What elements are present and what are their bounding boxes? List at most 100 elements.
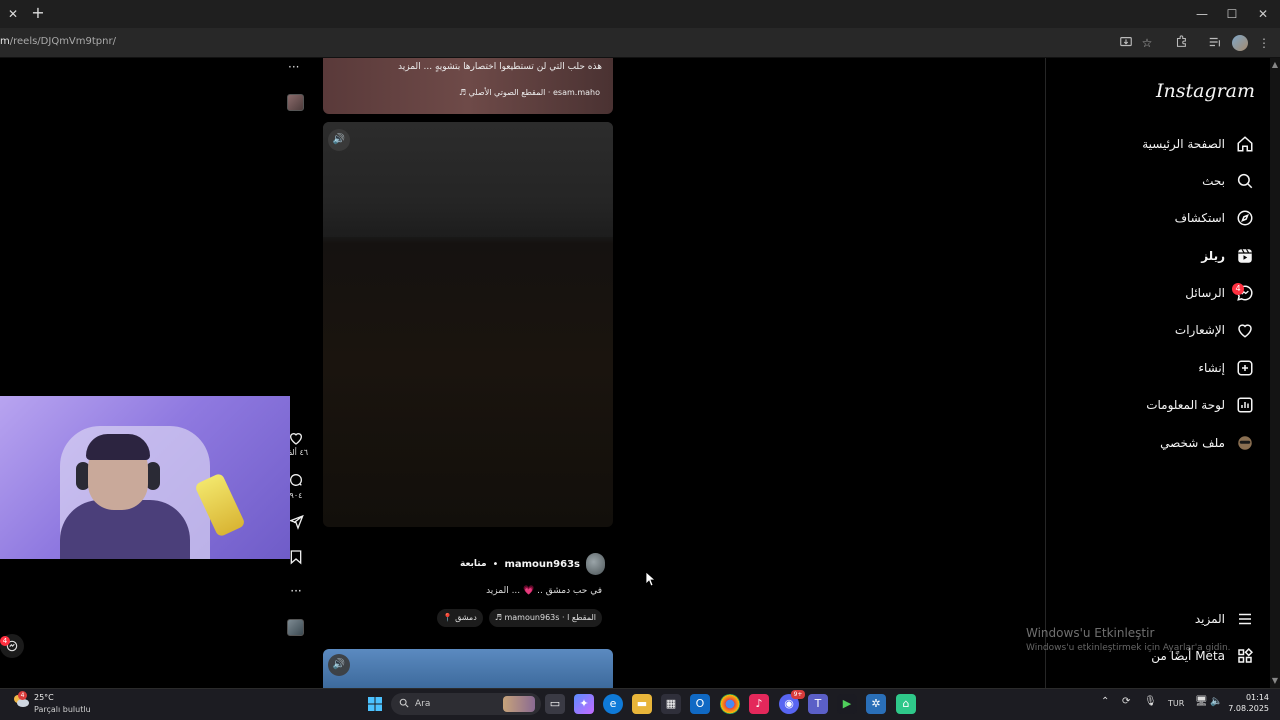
edge-icon[interactable]: e: [603, 694, 623, 714]
outlook-icon[interactable]: O: [690, 694, 710, 714]
previous-reel-audio[interactable]: ♬ المقطع الصوتي الأصلي · esam.maho: [380, 88, 600, 97]
task-view-icon[interactable]: ▭: [545, 694, 565, 714]
weather-temperature[interactable]: 25°C: [34, 693, 54, 702]
close-tab-icon[interactable]: ✕: [4, 6, 22, 22]
reel-audio-thumbnail[interactable]: [287, 619, 304, 636]
scroll-up-icon[interactable]: ▲: [1270, 60, 1280, 70]
mouse-cursor-icon: [645, 571, 657, 587]
reels-icon: [1235, 246, 1255, 266]
messages-float-badge: 4: [0, 636, 10, 646]
new-tab-button[interactable]: +: [30, 4, 46, 22]
copilot-icon[interactable]: ✦: [574, 694, 594, 714]
search-icon: [1235, 171, 1255, 191]
sidebar-item-label: المزيد: [1194, 612, 1225, 626]
reel-author-avatar[interactable]: [585, 553, 605, 575]
microphone-icon[interactable]: 🎙: [1144, 696, 1157, 707]
microsoft-store-icon[interactable]: ▦: [661, 694, 681, 714]
reel-more-icon[interactable]: ···: [286, 584, 306, 598]
windows-activation-subtitle: Windows'u etkinleştirmek için Ayarlar'a …: [1026, 643, 1231, 653]
extensions-icon[interactable]: [1173, 35, 1189, 51]
sidebar-item-label: الرسائل: [1185, 286, 1225, 300]
weather-description[interactable]: Parçalı bulutlu: [34, 705, 91, 714]
sidebar-item-label: الصفحة الرئيسية: [1142, 137, 1225, 151]
search-highlight-image: [503, 696, 535, 712]
location-chip[interactable]: 📍 دمشق: [436, 609, 483, 627]
address-bar[interactable]: [0, 28, 1280, 58]
reel-author-row: متابعة • mamoun963s: [460, 553, 605, 575]
sidebar-item-notifications[interactable]: الإشعارات: [1060, 316, 1255, 344]
sidebar-item-messages[interactable]: الرسائل: [1060, 279, 1255, 307]
caption-more-link[interactable]: ... المزيد: [486, 586, 520, 596]
clock-date[interactable]: 7.08.2025: [1219, 704, 1269, 713]
sidebar-item-profile[interactable]: ملف شخصي: [1060, 429, 1255, 457]
menu-icon: [1235, 609, 1255, 629]
next-reel-video[interactable]: [323, 649, 613, 688]
sidebar-item-label: ملف شخصي: [1160, 436, 1225, 450]
reel-chips: 📍 دمشق ♬ mamoun963s · المقطع ا: [436, 609, 602, 627]
sidebar-item-label: ريلز: [1201, 249, 1225, 263]
apps-grid-icon: [1235, 646, 1255, 666]
weather-badge: 4: [18, 691, 27, 700]
sidebar-item-label: الإشعارات: [1174, 323, 1225, 337]
browser-tab-strip: [0, 0, 1280, 28]
caption-heart-emoji: 💗: [523, 586, 535, 596]
scroll-down-icon[interactable]: ▼: [1270, 676, 1280, 686]
webcam-person-hair: [86, 434, 150, 460]
browser-menu-icon[interactable]: ⋮: [1256, 35, 1272, 51]
minimize-icon[interactable]: —: [1188, 4, 1216, 24]
instagram-logo[interactable]: Instagram: [1150, 80, 1255, 102]
profile-avatar-icon: [1235, 433, 1255, 453]
previous-reel-caption: هذه حلب التي لن تستطيعوا اختصارها بتشويه…: [398, 62, 602, 72]
window-close-icon[interactable]: ✕: [1249, 4, 1277, 24]
heart-icon: [1235, 320, 1255, 340]
page-scrollbar[interactable]: [1270, 58, 1280, 688]
webcam-headset-right: [146, 462, 160, 490]
tray-sync-icon[interactable]: ⟳: [1122, 696, 1130, 707]
sidebar-item-search[interactable]: بحث: [1060, 167, 1255, 195]
reel-username[interactable]: mamoun963s: [504, 559, 580, 570]
sidebar-item-label: بحث: [1202, 174, 1225, 188]
sidebar-item-label: استكشاف: [1174, 211, 1225, 225]
clock-time[interactable]: 01:14: [1219, 693, 1269, 702]
reel-caption: في حب دمشق .. 💗 ... المزيد: [420, 586, 602, 596]
more-options-icon[interactable]: ···: [288, 60, 299, 74]
mute-toggle-icon[interactable]: 🔊: [328, 129, 350, 151]
sidebar-item-explore[interactable]: استكشاف: [1060, 204, 1255, 232]
install-app-icon[interactable]: [1118, 35, 1134, 51]
reel-video-blur-top: [323, 122, 613, 237]
chrome-icon[interactable]: [720, 694, 740, 714]
settings-app-icon[interactable]: ✲: [866, 694, 886, 714]
sidebar-item-dashboard[interactable]: لوحة المعلومات: [1060, 391, 1255, 419]
language-indicator[interactable]: TUR: [1168, 699, 1184, 708]
plus-square-icon: [1235, 358, 1255, 378]
webcam-overlay: [0, 396, 290, 559]
teams-icon[interactable]: T: [808, 694, 828, 714]
url-path: /reels/DJQmVm9tpnr/: [9, 36, 116, 47]
media-controls-icon[interactable]: [1207, 35, 1223, 51]
messages-badge: 4: [1232, 283, 1244, 295]
tiktok-icon[interactable]: ♪: [749, 694, 769, 714]
next-reel-mute-icon[interactable]: 🔊: [328, 654, 350, 676]
windows-start-icon[interactable]: [365, 694, 385, 714]
discord-badge: 9+: [791, 690, 805, 699]
sidebar-item-create[interactable]: إنشاء: [1060, 354, 1255, 382]
maximize-icon[interactable]: ☐: [1218, 4, 1246, 24]
dashboard-icon: [1235, 395, 1255, 415]
tray-overflow-icon[interactable]: ⌃: [1101, 696, 1109, 707]
sidebar-item-reels[interactable]: ريلز: [1060, 242, 1255, 270]
bookmark-star-icon[interactable]: ☆: [1139, 35, 1155, 51]
compass-icon: [1235, 208, 1255, 228]
file-explorer-icon[interactable]: ▬: [632, 694, 652, 714]
android-app-icon[interactable]: ⌂: [896, 694, 916, 714]
play-app-icon[interactable]: ▶: [837, 694, 857, 714]
url-text[interactable]: m/reels/DJQmVm9tpnr/: [0, 36, 116, 47]
follow-button[interactable]: متابعة: [460, 559, 487, 569]
home-icon: [1235, 134, 1255, 154]
sidebar-item-label: إنشاء: [1198, 361, 1225, 375]
audio-chip[interactable]: ♬ mamoun963s · المقطع ا: [488, 609, 602, 627]
network-icon[interactable]: 🖥: [1195, 696, 1208, 707]
audio-thumbnail[interactable]: [287, 94, 304, 111]
browser-profile-avatar[interactable]: [1232, 35, 1248, 51]
sidebar-item-home[interactable]: الصفحة الرئيسية: [1060, 130, 1255, 158]
separator-dot: •: [492, 558, 499, 570]
